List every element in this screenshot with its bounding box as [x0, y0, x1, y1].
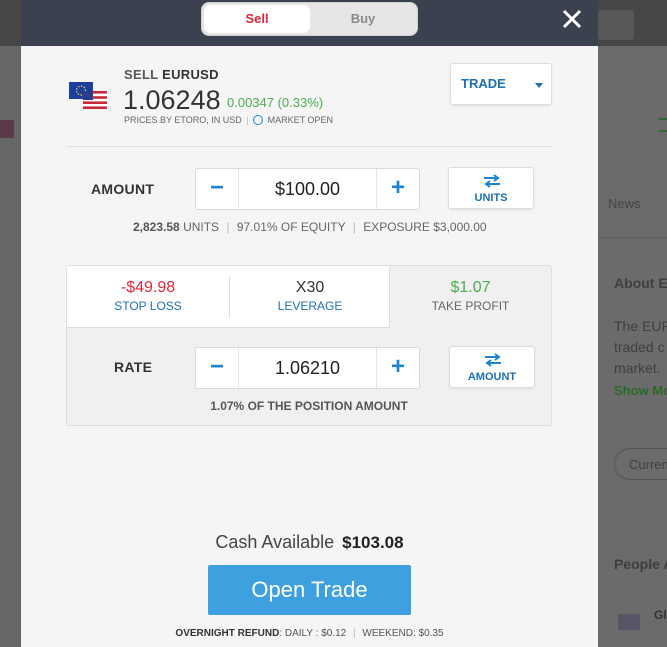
equity-percent: 97.01% OF EQUITY — [236, 220, 346, 234]
background-about-line: The EUR — [614, 318, 667, 334]
plus-icon[interactable]: + — [376, 169, 419, 209]
background-people-heading: People A — [614, 556, 667, 572]
order-type-label: TRADE — [461, 76, 506, 91]
stop-loss-tab[interactable]: -$49.98 STOP LOSS — [67, 266, 229, 328]
minus-icon[interactable]: − — [196, 169, 239, 209]
trade-action: SELL — [124, 67, 159, 82]
position-percent-note: 1.07% OF THE POSITION AMOUNT — [210, 399, 408, 413]
chevron-down-icon — [535, 83, 543, 88]
separator: | — [352, 220, 356, 234]
order-type-dropdown[interactable]: TRADE — [450, 63, 552, 105]
instrument-price: 1.06248 — [123, 85, 221, 115]
instrument-symbol: EURUSD — [162, 67, 219, 82]
prices-by-label: PRICES BY ETORO, IN USD — [124, 115, 242, 125]
risk-panel: -$49.98 STOP LOSS X30 LEVERAGE $1.07 TAK… — [66, 265, 552, 426]
sell-buy-toggle: Sell Buy — [201, 2, 418, 36]
rate-stepper: − 1.06210 + — [195, 347, 420, 389]
background-show-more: Show Mo — [614, 383, 667, 398]
risk-tabs: -$49.98 STOP LOSS X30 LEVERAGE — [67, 266, 390, 328]
overnight-weekend: WEEKEND: $0.35 — [362, 628, 444, 639]
take-profit-value: $1.07 — [450, 279, 491, 296]
market-status: MARKET OPEN — [267, 115, 333, 125]
open-trade-button[interactable]: Open Trade — [208, 565, 411, 615]
tab-buy[interactable]: Buy — [310, 5, 416, 33]
tab-sell[interactable]: Sell — [204, 5, 310, 33]
separator: | — [246, 115, 249, 125]
trade-dialog: Sell Buy SELL EURUSD 1.06248 0.00347 (0.… — [21, 0, 598, 647]
separator: | — [226, 220, 230, 234]
overnight-refund: OVERNIGHT REFUND: DAILY : $0.12 | WEEKEN… — [21, 628, 598, 639]
cash-available-label: Cash Available — [215, 532, 335, 552]
swap-icon — [484, 174, 500, 188]
take-profit-label: TAKE PROFIT — [431, 299, 510, 313]
instrument-flags — [69, 82, 107, 109]
stop-loss-label: STOP LOSS — [114, 299, 182, 313]
units-value: 2,823.58 — [133, 220, 180, 234]
cash-available-value: $103.08 — [342, 533, 404, 552]
plus-icon[interactable]: + — [376, 348, 419, 388]
amount-details: 2,823.58 UNITS | 97.01% OF EQUITY | EXPO… — [133, 220, 487, 234]
overnight-refund-label: OVERNIGHT REFUND — [175, 628, 280, 639]
background-person-flag-icon — [618, 614, 640, 630]
background-news-tab: News — [608, 196, 641, 211]
amount-toggle-button[interactable]: AMOUNT — [449, 346, 535, 388]
instrument-title: SELL EURUSD — [124, 67, 219, 82]
price-source: PRICES BY ETORO, IN USD | MARKET OPEN — [124, 115, 333, 125]
amount-toggle-label: AMOUNT — [467, 371, 517, 383]
units-suffix: UNITS — [183, 220, 220, 234]
cash-available: Cash Available $103.08 — [21, 532, 598, 553]
separator: | — [353, 628, 356, 639]
leverage-label: LEVERAGE — [277, 299, 343, 313]
exposure-value: $3,000.00 — [433, 220, 487, 234]
units-toggle-button[interactable]: UNITS — [448, 167, 534, 209]
background-about-line: market. — [614, 360, 661, 376]
swap-icon — [485, 353, 501, 367]
leverage-value: X30 — [295, 279, 325, 296]
amount-stepper: − $100.00 + — [195, 168, 420, 210]
close-icon[interactable] — [558, 5, 586, 33]
exposure-label: EXPOSURE — [363, 220, 430, 234]
dialog-header: Sell Buy — [21, 0, 598, 46]
take-profit-tab[interactable]: $1.07 TAKE PROFIT — [390, 266, 551, 328]
amount-input[interactable]: $100.00 — [239, 169, 376, 209]
leverage-tab[interactable]: X30 LEVERAGE — [230, 266, 390, 328]
units-toggle-label: UNITS — [474, 192, 508, 204]
rate-input[interactable]: 1.06210 — [239, 348, 376, 388]
price-change: 0.00347 (0.33%) — [227, 95, 324, 110]
background-about-line: traded c — [614, 339, 665, 355]
clock-icon — [253, 115, 264, 125]
divider — [66, 146, 552, 147]
background-currency-pill: Curren — [614, 448, 667, 480]
minus-icon[interactable]: − — [196, 348, 239, 388]
background-person-name: Gl — [654, 608, 667, 622]
rate-label: RATE — [114, 359, 153, 375]
amount-label: AMOUNT — [91, 181, 155, 197]
background-flag-icon — [0, 120, 14, 138]
background-menu-icon — [659, 118, 667, 132]
stop-loss-value: -$49.98 — [120, 279, 176, 296]
background-divider — [598, 237, 667, 238]
us-flag-icon — [83, 91, 107, 109]
background-search — [598, 10, 634, 40]
overnight-daily: : DAILY : $0.12 — [279, 628, 347, 639]
background-about-heading: About E — [614, 275, 667, 291]
